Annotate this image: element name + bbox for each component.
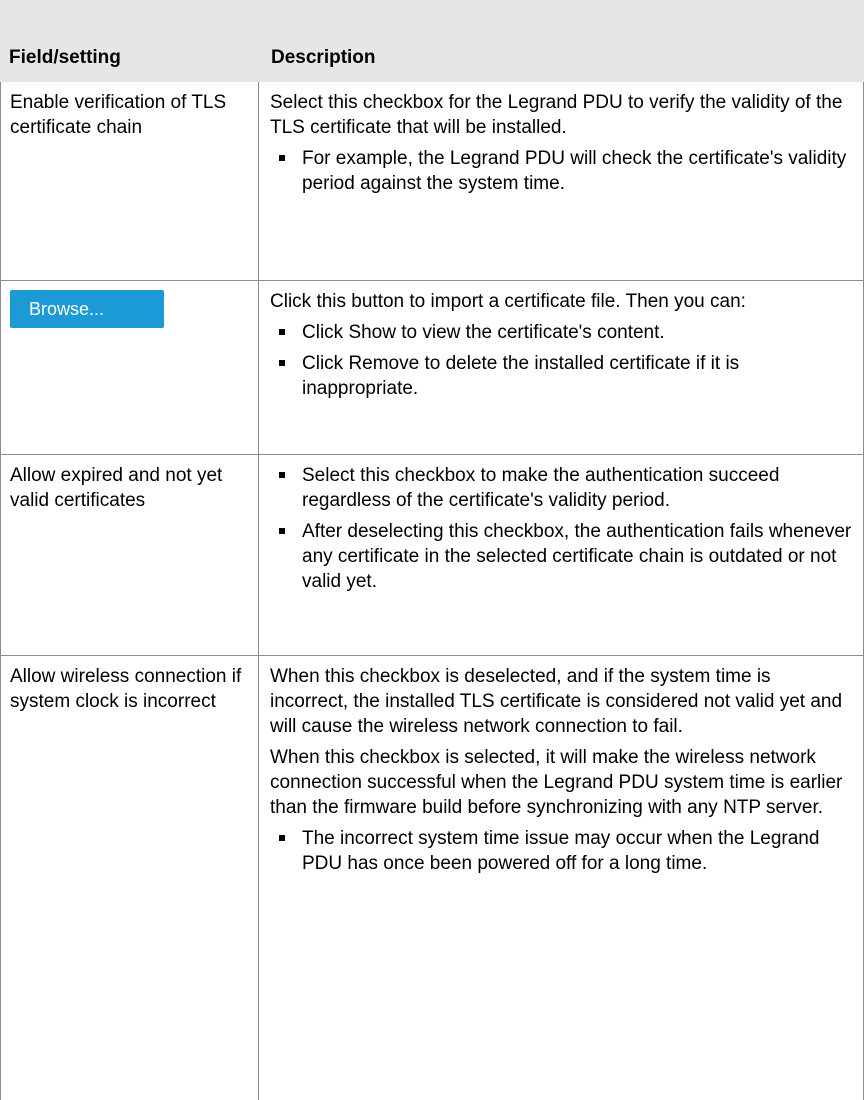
bullet-text: After deselecting this checkbox, the aut…	[302, 521, 852, 592]
field-label: Allow wireless connection if system cloc…	[10, 666, 242, 712]
bullet-text: Select this checkbox to make the authent…	[302, 465, 780, 511]
bullet-item: After deselecting this checkbox, the aut…	[270, 519, 853, 594]
field-label: Allow expired and not yet valid certific…	[10, 465, 223, 511]
bullet-item: For example, the Legrand PDU will check …	[270, 146, 853, 196]
header-field: Field/setting	[9, 47, 121, 68]
description-cell: Select this checkbox for the Legrand PDU…	[259, 82, 864, 280]
browse-button[interactable]: Browse...	[10, 290, 164, 328]
bullet-icon	[279, 360, 285, 366]
bullet-icon	[279, 329, 285, 335]
table-row: Allow wireless connection if system cloc…	[0, 656, 864, 1100]
table-header: Field/setting Description	[0, 40, 864, 82]
field-cell: Allow wireless connection if system cloc…	[0, 656, 259, 1100]
description-cell: When this checkbox is deselected, and if…	[259, 656, 864, 1100]
description-cell: Click this button to import a certificat…	[259, 281, 864, 454]
description-text: Select this checkbox for the Legrand PDU…	[270, 92, 843, 138]
bullet-text: The incorrect system time issue may occu…	[302, 828, 820, 874]
settings-table: Enable verification of TLS certificate c…	[0, 82, 864, 1100]
bullet-item: Click Remove to delete the installed cer…	[270, 351, 853, 401]
top-band	[0, 0, 864, 40]
bullet-icon	[279, 472, 285, 478]
description-text: When this checkbox is deselected, and if…	[270, 666, 843, 737]
bullet-icon	[279, 835, 285, 841]
field-cell: Allow expired and not yet valid certific…	[0, 455, 259, 655]
bullet-icon	[279, 155, 285, 161]
header-description: Description	[271, 47, 376, 68]
table-row: Browse... Click this button to import a …	[0, 281, 864, 455]
description-cell: Select this checkbox to make the authent…	[259, 455, 864, 655]
field-cell: Browse...	[0, 281, 259, 454]
bullet-text: Click Show to view the certificate's con…	[302, 322, 665, 343]
bullet-text: Click Remove to delete the installed cer…	[302, 353, 740, 399]
table-row: Allow expired and not yet valid certific…	[0, 455, 864, 656]
bullet-item: Click Show to view the certificate's con…	[270, 320, 853, 345]
bullet-item: The incorrect system time issue may occu…	[270, 826, 853, 876]
bullet-icon	[279, 528, 285, 534]
description-text: When this checkbox is selected, it will …	[270, 747, 843, 818]
field-cell: Enable verification of TLS certificate c…	[0, 82, 259, 280]
bullet-item: Select this checkbox to make the authent…	[270, 463, 853, 513]
table-row: Enable verification of TLS certificate c…	[0, 82, 864, 281]
bullet-text: For example, the Legrand PDU will check …	[302, 148, 847, 194]
field-label: Enable verification of TLS certificate c…	[10, 92, 227, 138]
description-text: Click this button to import a certificat…	[270, 291, 746, 312]
